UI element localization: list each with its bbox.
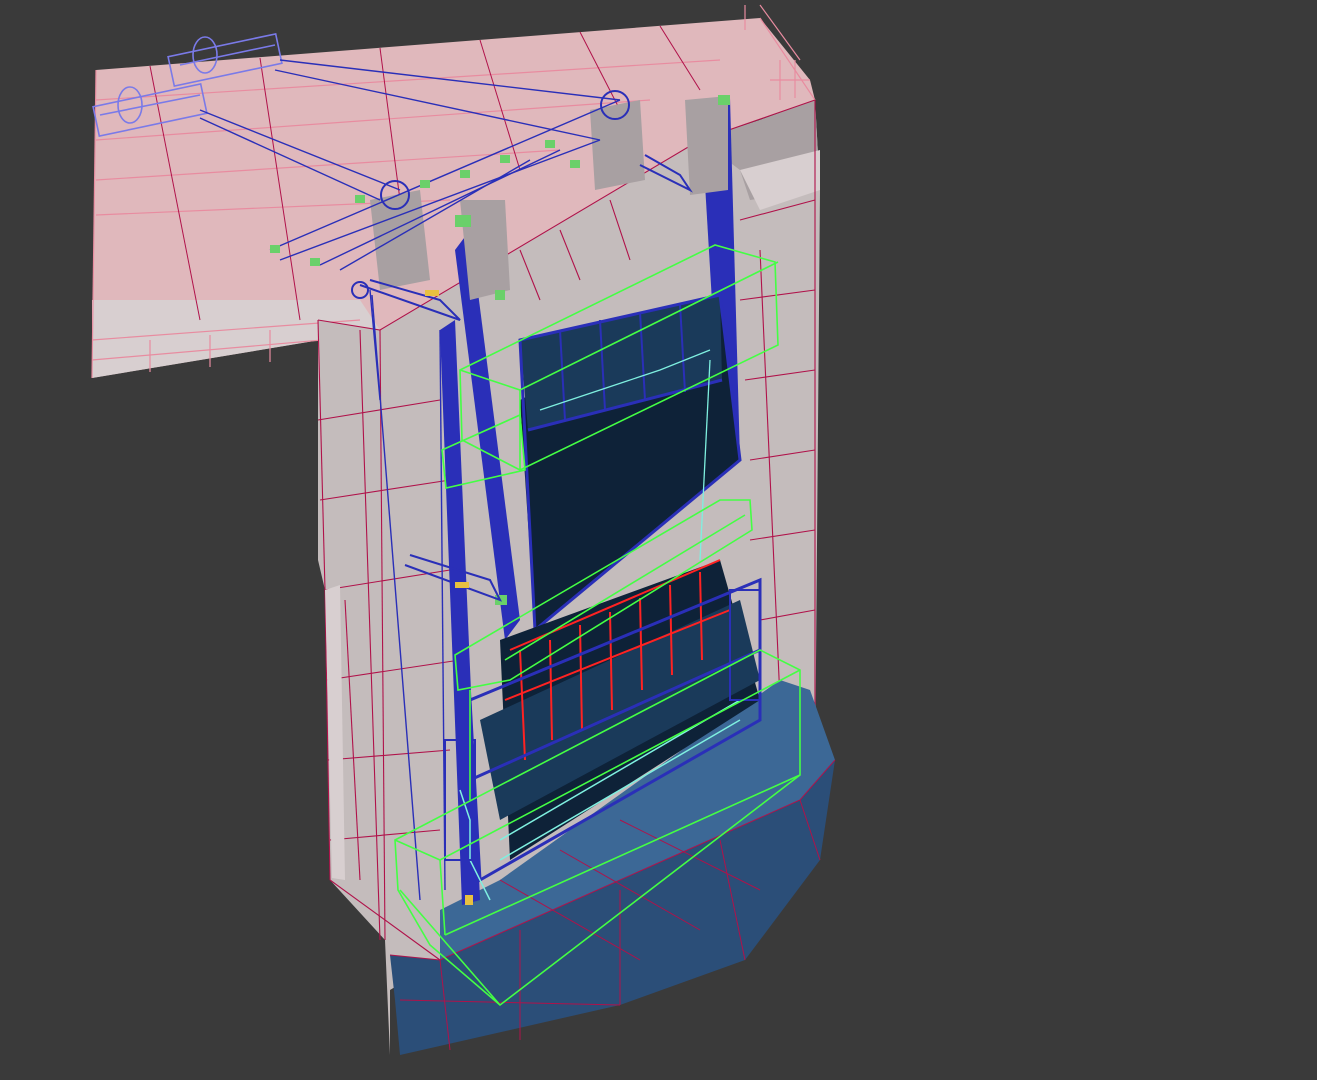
wireframe-scene[interactable]	[0, 0, 1317, 1080]
3d-viewport[interactable]	[0, 0, 1317, 1080]
